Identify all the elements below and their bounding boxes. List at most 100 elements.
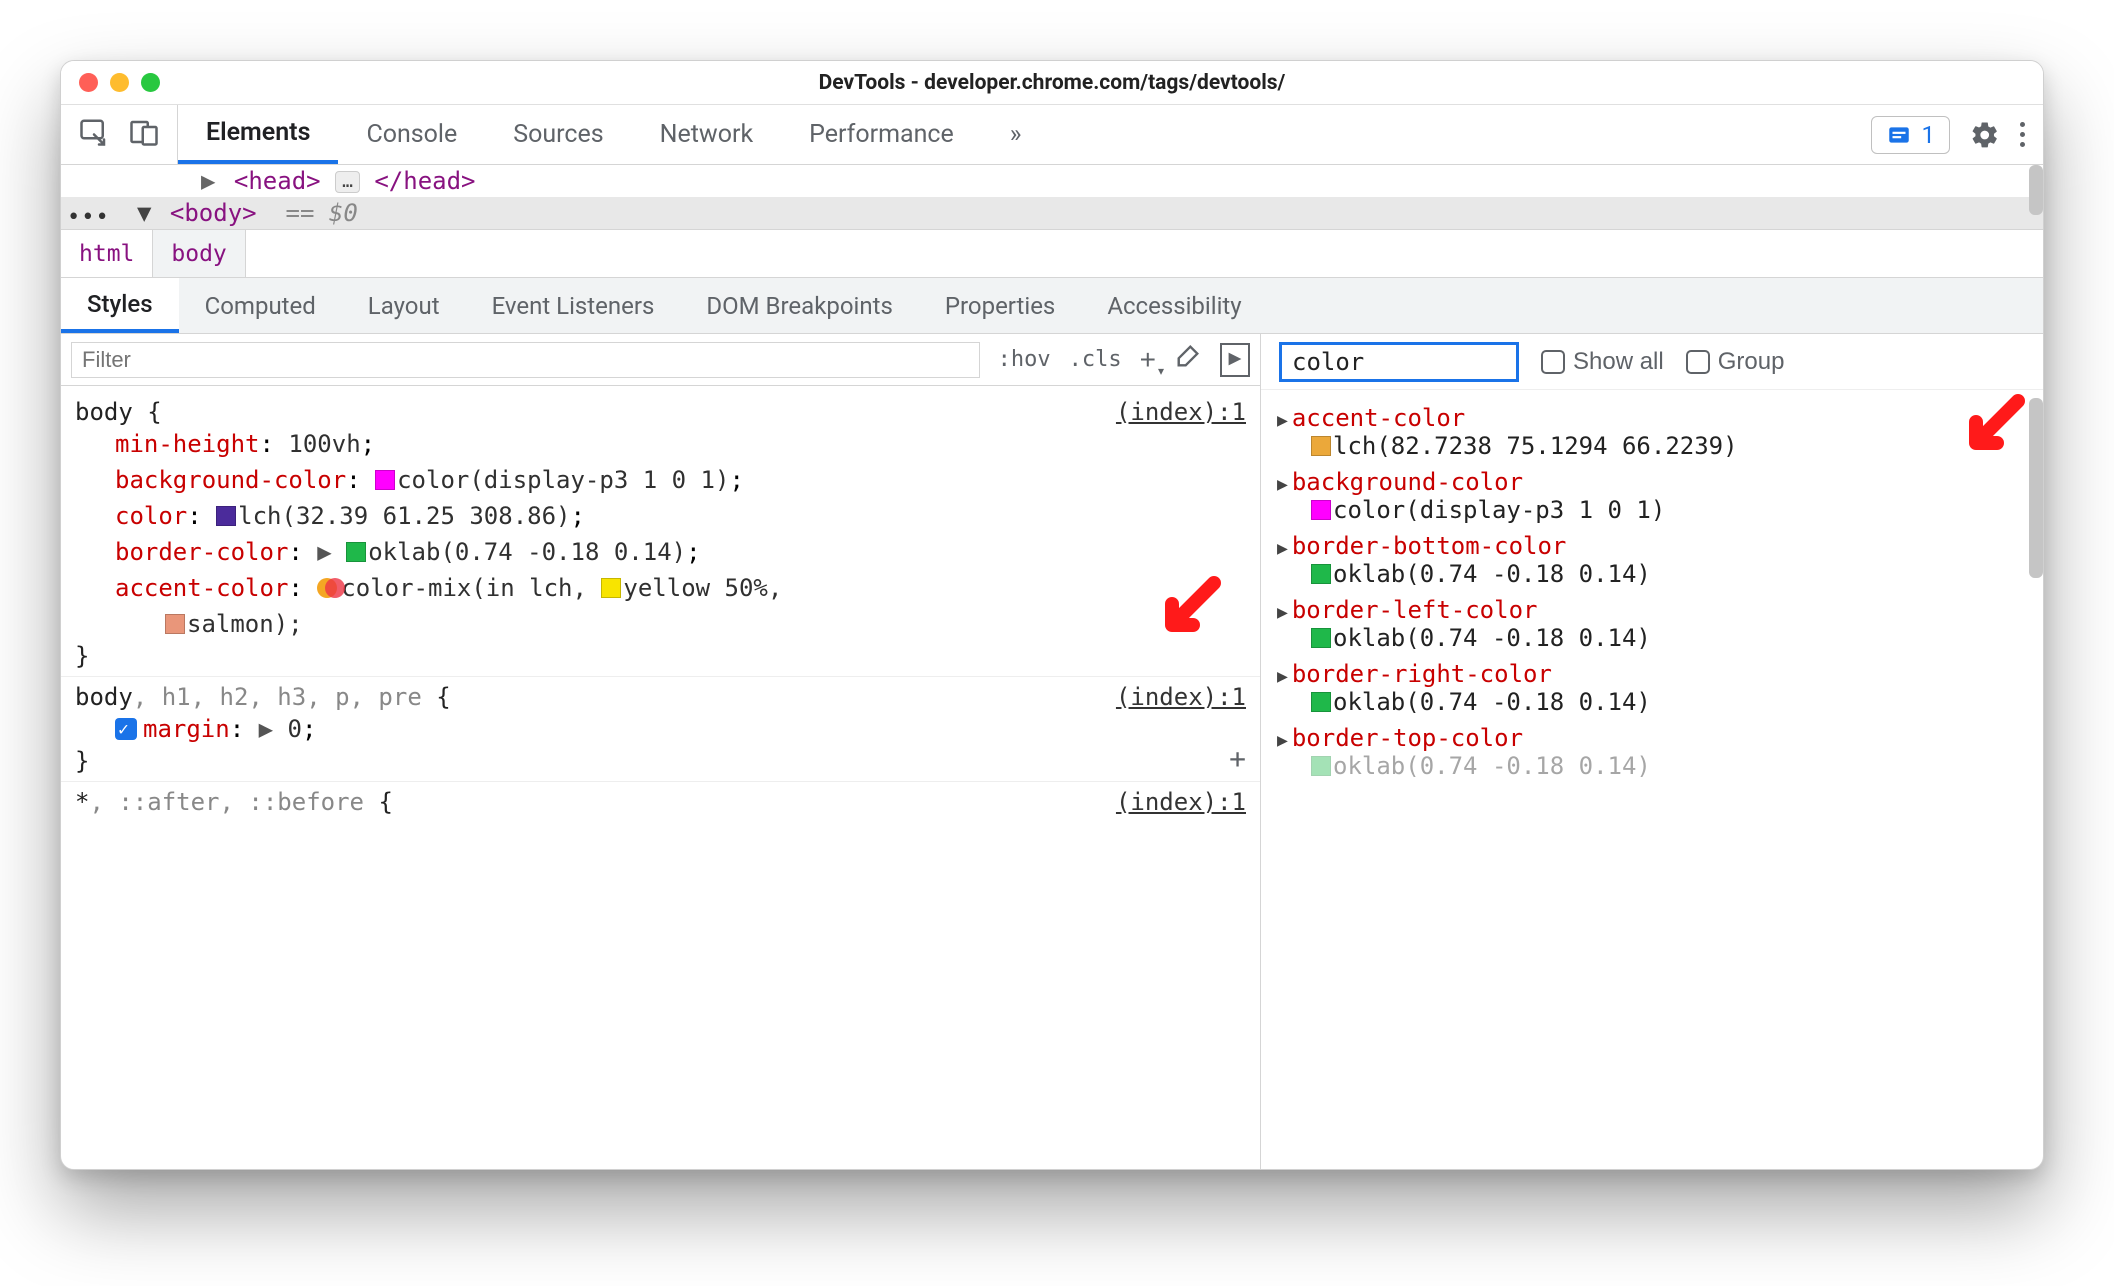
show-all-label: Show all bbox=[1573, 348, 1664, 376]
window-title: DevTools - developer.chrome.com/tags/dev… bbox=[61, 71, 2043, 95]
gutter-menu-icon[interactable]: ••• bbox=[67, 205, 110, 230]
main-toolbar: Elements Console Sources Network Perform… bbox=[61, 105, 2043, 165]
expand-shorthand-icon[interactable]: ▶ bbox=[303, 538, 346, 566]
expand-icon[interactable]: ▶ bbox=[1277, 474, 1288, 495]
computed-prop: border-top-color bbox=[1292, 724, 1523, 752]
prop-color[interactable]: color bbox=[115, 502, 187, 530]
subtab-properties[interactable]: Properties bbox=[919, 278, 1081, 333]
issues-button[interactable]: 1 bbox=[1871, 116, 1951, 154]
subtab-dom-breakpoints[interactable]: DOM Breakpoints bbox=[680, 278, 918, 333]
expand-icon[interactable]: ▶ bbox=[1277, 410, 1288, 431]
color-swatch-icon[interactable] bbox=[601, 578, 621, 598]
device-toggle-icon[interactable] bbox=[129, 117, 159, 153]
minimize-window-button[interactable] bbox=[110, 73, 129, 92]
styles-rules[interactable]: (index):1 body { min-height: 100vh; back… bbox=[61, 386, 1260, 1169]
property-enabled-checkbox[interactable] bbox=[115, 718, 137, 740]
caret-right-icon[interactable]: ▶ bbox=[201, 167, 215, 195]
dom-scrollbar[interactable] bbox=[2029, 165, 2043, 215]
rule-body[interactable]: (index):1 body { min-height: 100vh; back… bbox=[61, 392, 1260, 677]
styles-filter-input[interactable] bbox=[71, 342, 980, 378]
color-swatch-icon[interactable] bbox=[1311, 436, 1331, 456]
inspect-element-icon[interactable] bbox=[79, 117, 109, 153]
issues-count: 1 bbox=[1922, 121, 1936, 149]
dom-head-line[interactable]: ▶ <head> … </head> bbox=[61, 165, 2043, 197]
expand-icon[interactable]: ▶ bbox=[1277, 602, 1288, 623]
prop-border-color[interactable]: border-color bbox=[115, 538, 288, 566]
expand-icon[interactable]: ▶ bbox=[1277, 666, 1288, 687]
subtab-event-listeners[interactable]: Event Listeners bbox=[466, 278, 681, 333]
subtab-computed[interactable]: Computed bbox=[179, 278, 342, 333]
rule-source-link[interactable]: (index):1 bbox=[1116, 398, 1246, 426]
computed-prop: background-color bbox=[1292, 468, 1523, 496]
color-swatch-icon[interactable] bbox=[165, 614, 185, 634]
tabs-overflow[interactable]: » bbox=[982, 105, 1050, 164]
prop-accent-color[interactable]: accent-color bbox=[115, 574, 288, 602]
head-close-tag: </head> bbox=[374, 167, 475, 195]
computed-item[interactable]: ▶border-right-coloroklab(0.74 -0.18 0.14… bbox=[1277, 656, 2027, 720]
color-swatch-icon[interactable] bbox=[1311, 756, 1331, 776]
selector[interactable]: body bbox=[75, 398, 133, 426]
dom-tree[interactable]: ▶ <head> … </head> ••• ▼ <body> == $0 bbox=[61, 165, 2043, 230]
computed-filter-input[interactable] bbox=[1279, 342, 1519, 382]
computed-item[interactable]: ▶border-left-coloroklab(0.74 -0.18 0.14) bbox=[1277, 592, 2027, 656]
crumb-html[interactable]: html bbox=[61, 230, 153, 277]
settings-gear-icon[interactable] bbox=[1970, 120, 2000, 150]
rule-source-link[interactable]: (index):1 bbox=[1116, 788, 1246, 816]
prop-margin[interactable]: margin bbox=[143, 715, 230, 743]
cls-button[interactable]: .cls bbox=[1069, 347, 1122, 372]
rule-source-link[interactable]: (index):1 bbox=[1116, 683, 1246, 711]
traffic-lights bbox=[61, 73, 160, 92]
computed-list[interactable]: ▶accent-colorlch(82.7238 75.1294 66.2239… bbox=[1261, 390, 2043, 1169]
computed-item[interactable]: ▶border-top-coloroklab(0.74 -0.18 0.14) bbox=[1277, 720, 2027, 784]
caret-down-icon[interactable]: ▼ bbox=[137, 199, 151, 227]
prop-background-color[interactable]: background-color bbox=[115, 466, 346, 494]
color-swatch-icon[interactable] bbox=[1311, 564, 1331, 584]
subtab-styles[interactable]: Styles bbox=[61, 278, 179, 333]
computed-item[interactable]: ▶background-colorcolor(display-p3 1 0 1) bbox=[1277, 464, 2027, 528]
group-checkbox[interactable] bbox=[1686, 350, 1710, 374]
subtab-layout[interactable]: Layout bbox=[342, 278, 466, 333]
new-style-rule-icon[interactable]: +▾ bbox=[1140, 344, 1156, 376]
computed-toolbar: Show all Group bbox=[1261, 334, 2043, 390]
hov-button[interactable]: :hov bbox=[998, 347, 1051, 372]
collapsed-ellipsis-icon[interactable]: … bbox=[335, 171, 360, 193]
maximize-window-button[interactable] bbox=[141, 73, 160, 92]
add-declaration-icon[interactable]: + bbox=[1229, 742, 1246, 775]
color-swatch-icon[interactable] bbox=[216, 506, 236, 526]
computed-scrollbar[interactable] bbox=[2029, 398, 2043, 578]
computed-item[interactable]: ▶accent-colorlch(82.7238 75.1294 66.2239… bbox=[1277, 400, 2027, 464]
tab-sources[interactable]: Sources bbox=[485, 105, 631, 164]
rule-body-h-p-pre[interactable]: (index):1 body, h1, h2, h3, p, pre { mar… bbox=[61, 677, 1260, 782]
toolbar-right: 1 bbox=[1871, 116, 2044, 154]
rule-universal[interactable]: (index):1 *, ::after, ::before { bbox=[61, 782, 1260, 822]
color-swatch-icon[interactable] bbox=[346, 542, 366, 562]
color-swatch-icon[interactable] bbox=[1311, 692, 1331, 712]
more-menu-icon[interactable] bbox=[2020, 122, 2025, 147]
computed-panel: Show all Group ▶accent-colorlch(82.7238 … bbox=[1261, 334, 2043, 1169]
expand-shorthand-icon[interactable]: ▶ bbox=[244, 715, 287, 743]
show-all-checkbox[interactable] bbox=[1541, 350, 1565, 374]
selector[interactable]: body, h1, h2, h3, p, pre bbox=[75, 683, 422, 711]
color-swatch-icon[interactable] bbox=[1311, 628, 1331, 648]
tab-console[interactable]: Console bbox=[338, 105, 485, 164]
dom-body-line[interactable]: ▼ <body> == $0 bbox=[61, 197, 2043, 229]
expand-icon[interactable]: ▶ bbox=[1277, 538, 1288, 559]
expand-icon[interactable]: ▶ bbox=[1277, 730, 1288, 751]
color-swatch-icon[interactable] bbox=[1311, 500, 1331, 520]
play-in-panel-icon[interactable] bbox=[1220, 343, 1250, 377]
color-mix-swatch-icon[interactable] bbox=[317, 576, 341, 600]
computed-item[interactable]: ▶border-bottom-coloroklab(0.74 -0.18 0.1… bbox=[1277, 528, 2027, 592]
tab-performance[interactable]: Performance bbox=[781, 105, 982, 164]
paint-brush-icon[interactable] bbox=[1174, 342, 1202, 377]
titlebar: DevTools - developer.chrome.com/tags/dev… bbox=[61, 61, 2043, 105]
subtab-accessibility[interactable]: Accessibility bbox=[1081, 278, 1267, 333]
tab-network[interactable]: Network bbox=[632, 105, 781, 164]
prop-min-height[interactable]: min-height bbox=[115, 430, 260, 458]
crumb-body[interactable]: body bbox=[153, 230, 245, 277]
computed-prop: border-bottom-color bbox=[1292, 532, 1567, 560]
head-open-tag: <head> bbox=[234, 167, 321, 195]
selector[interactable]: *, ::after, ::before bbox=[75, 788, 364, 816]
color-swatch-icon[interactable] bbox=[375, 470, 395, 490]
close-window-button[interactable] bbox=[79, 73, 98, 92]
tab-elements[interactable]: Elements bbox=[178, 105, 338, 164]
